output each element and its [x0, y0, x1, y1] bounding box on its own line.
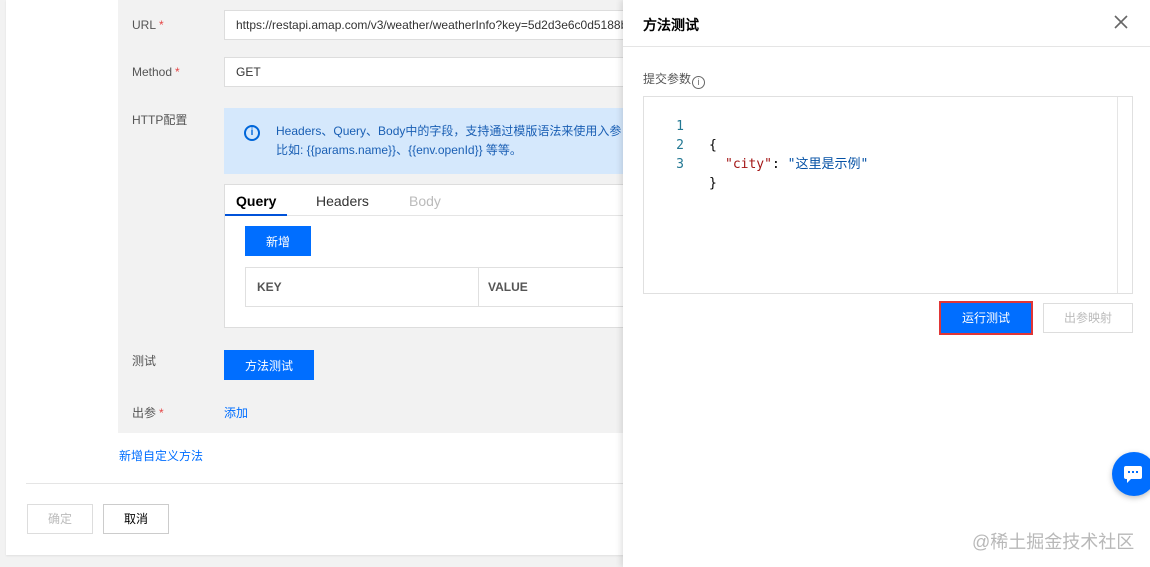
- tab-headers[interactable]: Headers: [316, 193, 369, 209]
- tab-query[interactable]: Query: [236, 193, 276, 209]
- chat-icon: [1124, 466, 1142, 483]
- tab-body[interactable]: Body: [409, 193, 441, 209]
- table-column-divider: [478, 268, 479, 306]
- code-line: 1 {: [644, 98, 717, 153]
- template-info-alert: i Headers、Query、Body中的字段，支持通过模版语法来使用入参 比…: [224, 108, 644, 174]
- tab-active-indicator: [225, 214, 287, 216]
- output-mapping-button[interactable]: 出参映射: [1043, 303, 1133, 333]
- watermark: @稀土掘金技术社区: [972, 532, 1135, 552]
- tab-divider: [225, 215, 643, 216]
- method-test-drawer: 方法测试 提交参数 i 1 { 2 "city": "这里是示例" 3 } 运行测…: [623, 0, 1150, 567]
- params-code-editor[interactable]: 1 { 2 "city": "这里是示例" 3 }: [643, 96, 1133, 294]
- info-text-line2: 比如: {{params.name}}、{{env.openId}} 等等。: [276, 143, 522, 157]
- add-query-button[interactable]: 新增: [245, 226, 311, 256]
- method-test-button[interactable]: 方法测试: [224, 350, 314, 380]
- table-header-value: VALUE: [488, 280, 528, 294]
- info-icon: i: [244, 125, 260, 141]
- close-icon[interactable]: [1111, 12, 1131, 32]
- output-label: 出参 *: [132, 406, 164, 420]
- chat-support-button[interactable]: [1112, 452, 1150, 496]
- confirm-button[interactable]: 确定: [27, 504, 93, 534]
- test-label: 测试: [132, 354, 157, 368]
- help-icon[interactable]: i: [692, 76, 706, 89]
- query-table: KEY VALUE: [245, 267, 665, 307]
- line-number: 3: [676, 157, 684, 172]
- method-select[interactable]: GET: [224, 57, 644, 87]
- cancel-button[interactable]: 取消: [103, 504, 169, 534]
- info-text-line1: Headers、Query、Body中的字段，支持通过模版语法来使用入参: [276, 124, 622, 138]
- run-test-button[interactable]: 运行测试: [939, 301, 1033, 335]
- http-config-tabs: Query Headers Body 新增 KEY VALUE: [224, 184, 665, 328]
- url-label: URL *: [132, 18, 164, 32]
- code-line: 2 "city": "这里是示例": [644, 117, 868, 172]
- http-config-label: HTTP配置: [132, 113, 188, 127]
- drawer-header-divider: [623, 46, 1150, 47]
- editor-scrollbar[interactable]: [1117, 97, 1118, 293]
- drawer-title: 方法测试: [643, 17, 699, 33]
- url-input[interactable]: https://restapi.amap.com/v3/weather/weat…: [224, 10, 644, 40]
- new-custom-method-link[interactable]: 新增自定义方法: [119, 447, 203, 464]
- code-line: 3 }: [644, 136, 717, 191]
- footer-divider: [26, 483, 626, 484]
- add-output-link[interactable]: 添加: [224, 404, 248, 421]
- table-header-key: KEY: [257, 280, 282, 294]
- params-label: 提交参数 i: [643, 70, 706, 89]
- method-label: Method *: [132, 65, 180, 79]
